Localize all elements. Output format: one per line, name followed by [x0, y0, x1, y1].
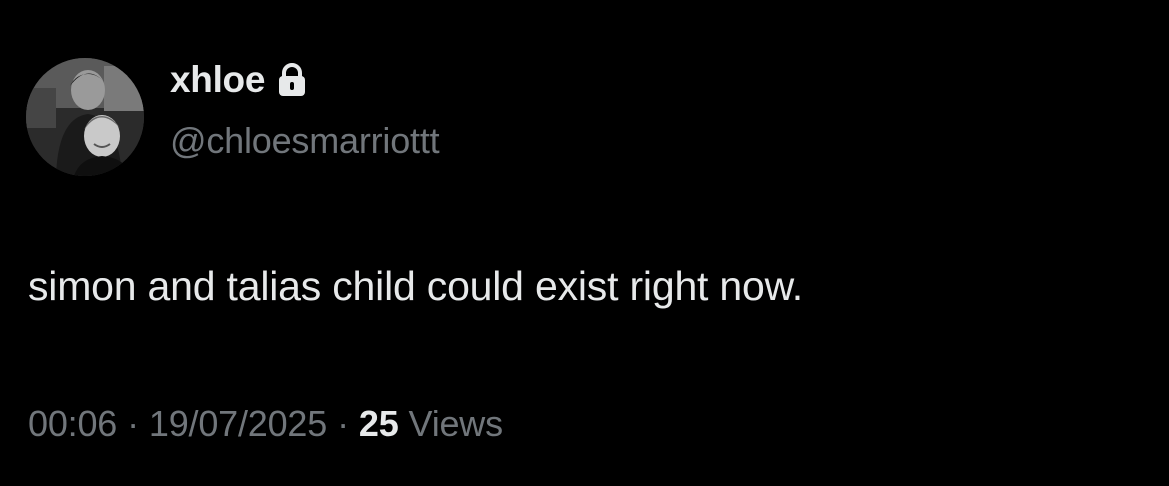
- display-name[interactable]: xhloe: [170, 56, 265, 104]
- avatar[interactable]: [26, 58, 144, 176]
- meta-separator: ·: [127, 403, 139, 444]
- avatar-photo: [26, 58, 144, 176]
- tweet-card: xhloe @chloesmarriottt simon and talias …: [0, 0, 1169, 486]
- tweet-text: simon and talias child could exist right…: [28, 263, 803, 309]
- tweet-date[interactable]: 19/07/2025: [149, 398, 327, 450]
- views-count[interactable]: 25: [359, 398, 399, 450]
- user-handle[interactable]: @chloesmarriottt: [170, 118, 440, 164]
- views-label: Views: [408, 403, 504, 444]
- meta-separator: ·: [337, 403, 349, 444]
- tweet-meta: 00:06 · 19/07/2025 · 25 Views: [28, 398, 503, 450]
- lock-icon: [279, 63, 306, 96]
- display-name-row: xhloe: [170, 56, 307, 104]
- tweet-time[interactable]: 00:06: [28, 398, 117, 450]
